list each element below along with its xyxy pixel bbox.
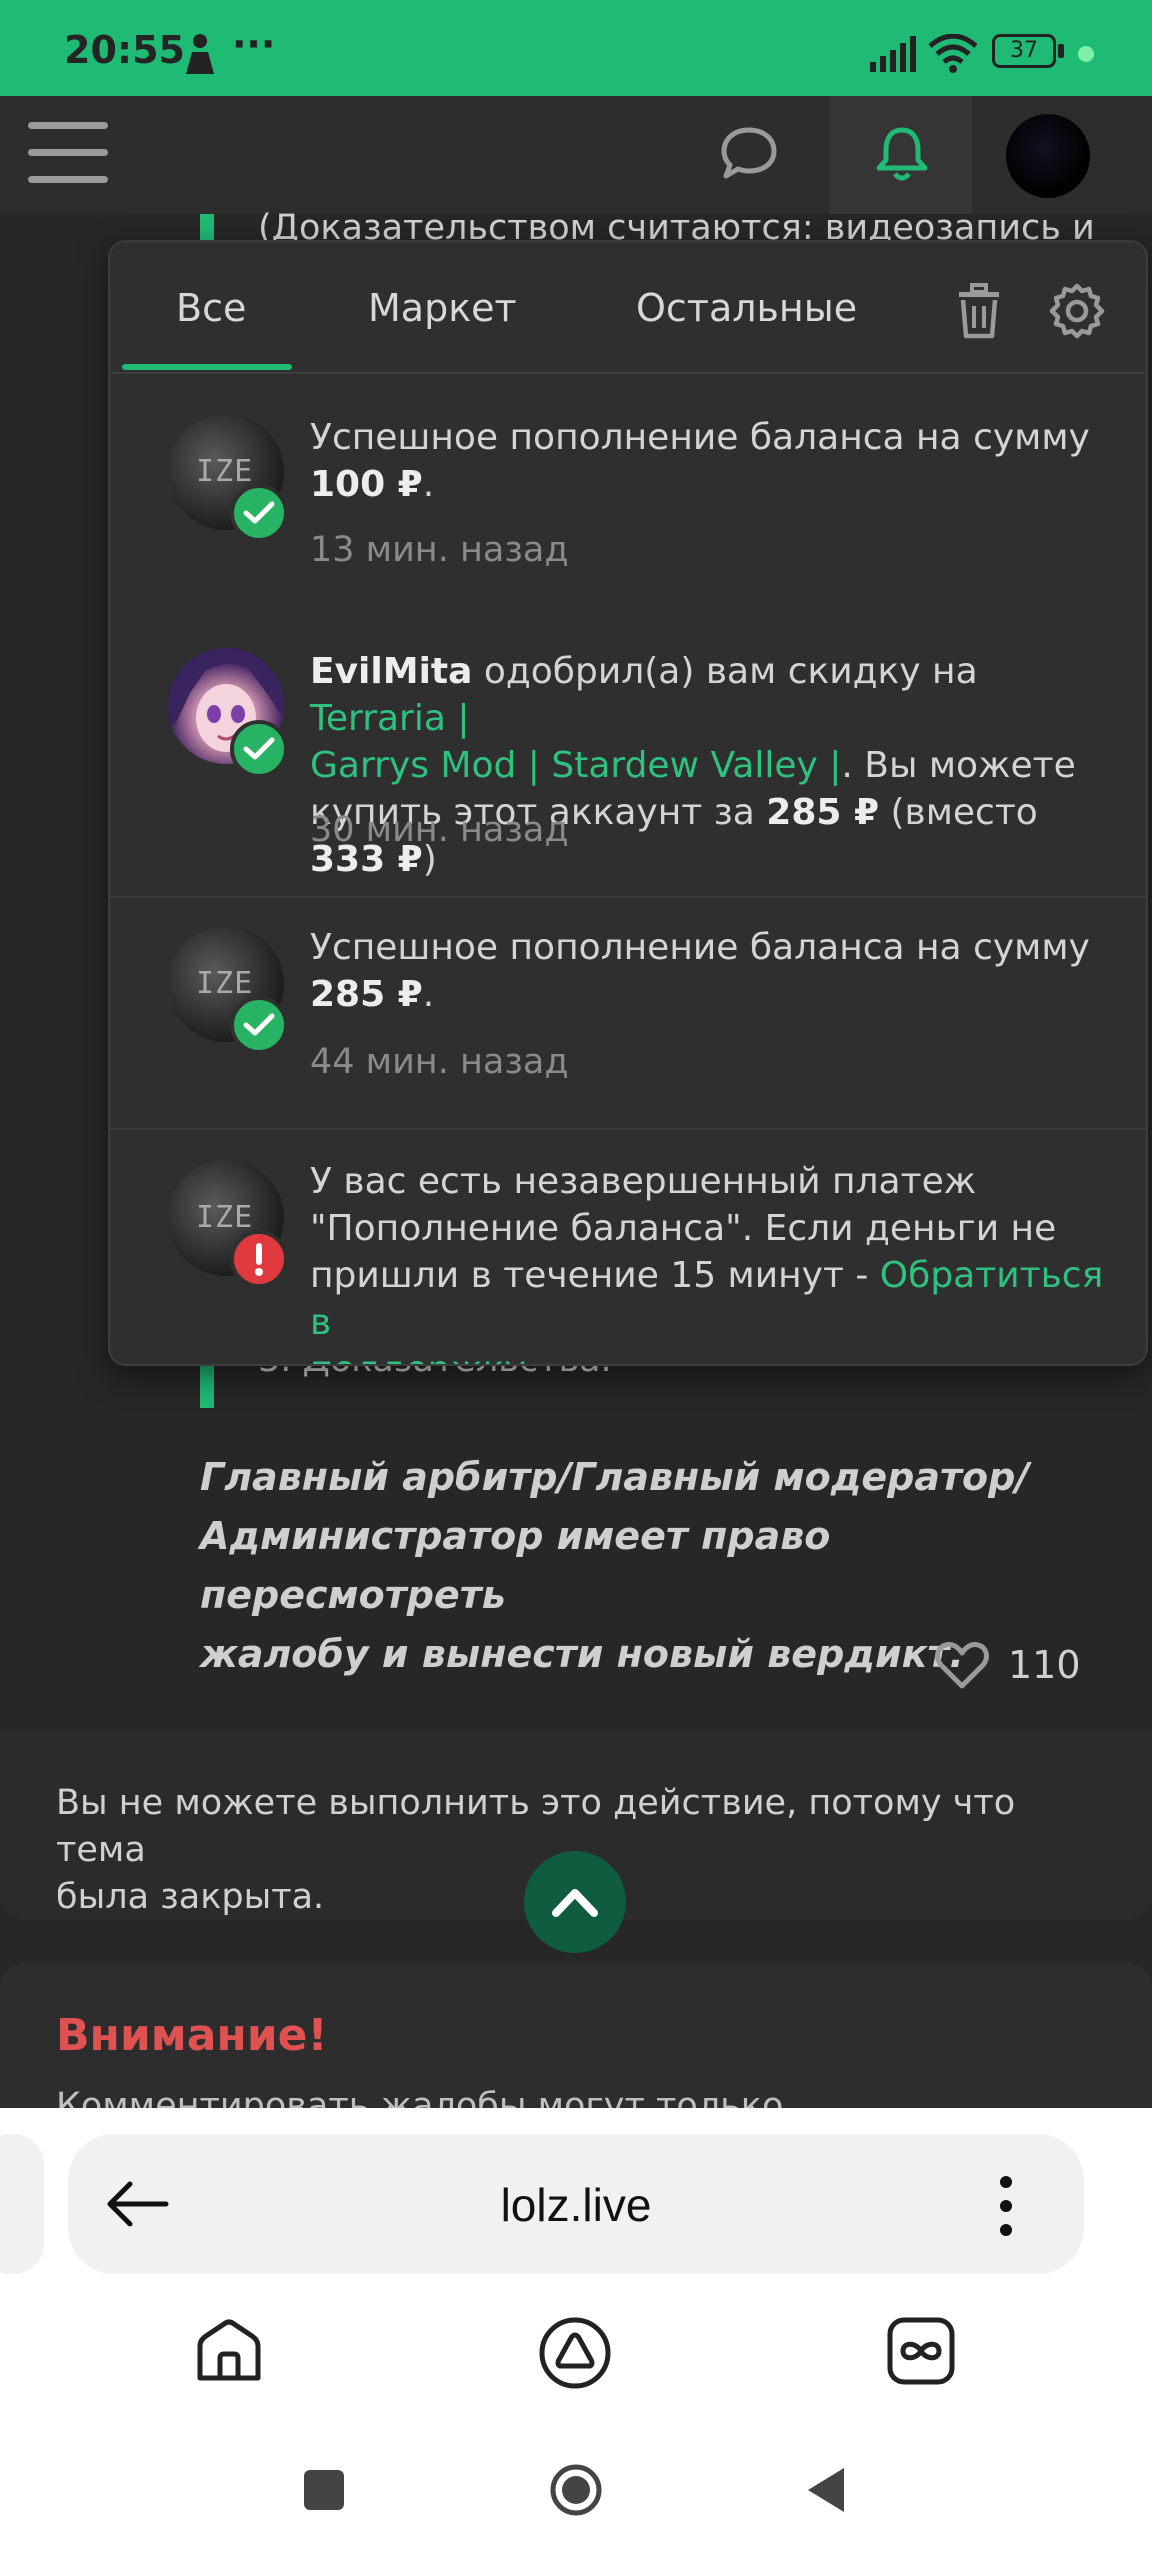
error-badge [230, 1230, 288, 1288]
exclamation-icon [255, 1243, 263, 1276]
check-icon [243, 1013, 275, 1036]
recents-button[interactable] [304, 2470, 344, 2510]
dot-indicator [1078, 46, 1094, 62]
amount: 285 ₽ [310, 974, 423, 1015]
notification-message: . Вы можете [841, 745, 1076, 786]
tab-all[interactable]: Все [176, 286, 246, 330]
tab-other[interactable]: Остальные [636, 286, 857, 330]
new-price: 285 ₽ [766, 792, 880, 833]
check-icon [243, 501, 275, 524]
punctuation: . [422, 974, 435, 1015]
battery-icon: 37 [992, 34, 1056, 68]
notification-message: У вас есть незавершенный платеж [310, 1161, 977, 1202]
tab-market[interactable]: Маркет [368, 286, 517, 330]
notification-time: 30 мин. назад [310, 810, 569, 850]
like-button[interactable]: 110 [934, 1640, 1081, 1690]
account-link[interactable]: Garrys Mod | Stardew Valley | [310, 745, 841, 786]
browser-toolbar: lolz.live [0, 2108, 1152, 2428]
notification-message: Успешное пополнение баланса на сумму [310, 417, 1090, 458]
notification-item[interactable]: IZE Успешное пополнение баланса на сумму… [110, 898, 1146, 1128]
status-time: 20:55 [64, 28, 185, 72]
username-link[interactable]: EvilMita [310, 651, 472, 692]
success-badge [230, 720, 288, 778]
notification-message: Успешное пополнение баланса на сумму [310, 927, 1090, 968]
status-bar: 20:55 ··· 37 [0, 0, 1152, 96]
chat-icon[interactable] [720, 126, 778, 182]
active-tab-indicator [122, 364, 292, 370]
address-bar[interactable]: lolz.live [68, 2134, 1084, 2274]
battery-level: 37 [1010, 38, 1038, 63]
scroll-to-top-button[interactable] [524, 1851, 626, 1953]
notifications-button[interactable] [830, 96, 972, 214]
notification-message: одобрил(а) вам скидку на [472, 651, 978, 692]
notification-text: Успешное пополнение баланса на сумму 100… [310, 414, 1120, 508]
avatar-logo-text: IZE [196, 1200, 254, 1235]
home-icon[interactable] [194, 2316, 264, 2386]
more-vert-icon[interactable] [996, 2174, 1016, 2238]
check-icon [243, 737, 275, 760]
previous-tab-edge[interactable] [0, 2134, 44, 2274]
avatar-logo-text: IZE [196, 966, 254, 1001]
battery-cap [1058, 44, 1064, 58]
gear-icon[interactable] [1048, 282, 1106, 340]
avatar-logo-text: IZE [196, 454, 254, 489]
support-link[interactable]: поддержку [310, 1349, 526, 1364]
alice-assistant-icon[interactable] [538, 2316, 612, 2390]
more-notifications-indicator: ··· [232, 22, 276, 66]
punctuation: . [422, 464, 435, 505]
notification-text: У вас есть незавершенный платеж "Пополнен… [310, 1158, 1120, 1364]
notification-text: Успешное пополнение баланса на сумму 285 … [310, 924, 1120, 1018]
notification-item[interactable]: IZE Успешное пополнение баланса на сумму… [110, 374, 1146, 624]
wifi-icon [928, 34, 978, 73]
user-avatar[interactable] [1006, 114, 1090, 198]
attention-title: Внимание! [56, 2010, 328, 2061]
notification-time: 44 мин. назад [310, 1042, 569, 1082]
success-badge [230, 484, 288, 542]
notification-item[interactable]: IZE У вас есть незавершенный платеж "Попо… [110, 1130, 1146, 1364]
bell-icon [876, 127, 928, 181]
notification-message: "Пополнение баланса". Если деньги не [310, 1208, 1057, 1249]
amount: 100 ₽ [310, 464, 423, 505]
rules-line: Главный арбитр/Главный модератор/ [200, 1455, 1030, 1499]
home-button[interactable] [548, 2462, 604, 2518]
signal-icon [870, 36, 916, 72]
chevron-up-icon [552, 1889, 598, 1917]
url-text[interactable]: lolz.live [68, 2178, 1084, 2232]
notification-message: пришли в течение 15 минут - [310, 1255, 880, 1296]
tabs-switcher-icon[interactable] [886, 2316, 956, 2386]
trash-icon[interactable] [954, 282, 1004, 340]
notifications-popup: Все Маркет Остальные IZE Успешное пополн… [108, 240, 1148, 1366]
app-header [0, 96, 1152, 214]
person-icon [186, 34, 214, 74]
success-badge [230, 996, 288, 1054]
notifications-tabs: Все Маркет Остальные [110, 242, 1146, 374]
notification-item[interactable]: EvilMita одобрил(а) вам скидку на Terrar… [110, 624, 1146, 900]
rules-line: Администратор имеет право пересмотреть [200, 1514, 831, 1617]
heart-icon [935, 1642, 989, 1689]
account-link[interactable]: Terraria | [310, 698, 470, 739]
notification-message: (вместо [879, 792, 1038, 833]
system-navigation-bar [0, 2428, 1152, 2560]
menu-icon[interactable] [28, 122, 108, 186]
likes-count: 110 [1008, 1643, 1081, 1687]
notification-time: 13 мин. назад [310, 530, 569, 570]
back-button[interactable] [804, 2466, 846, 2514]
